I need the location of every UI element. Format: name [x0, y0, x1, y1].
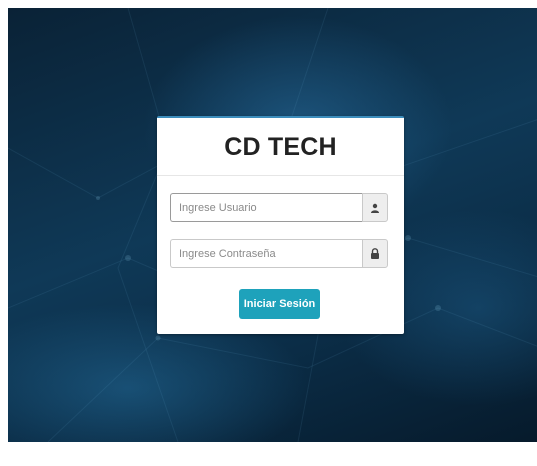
login-background: CD TECH Iniciar Sesión [8, 8, 537, 442]
login-card: CD TECH Iniciar Sesión [157, 116, 404, 334]
password-input[interactable] [170, 239, 362, 268]
login-card-header: CD TECH [157, 118, 404, 176]
brand-title: CD TECH [224, 133, 337, 161]
user-icon [362, 193, 388, 222]
lock-icon [362, 239, 388, 268]
username-field-group [170, 193, 388, 222]
login-button[interactable]: Iniciar Sesión [239, 289, 320, 319]
password-field-group [170, 239, 388, 268]
username-input[interactable] [170, 193, 362, 222]
